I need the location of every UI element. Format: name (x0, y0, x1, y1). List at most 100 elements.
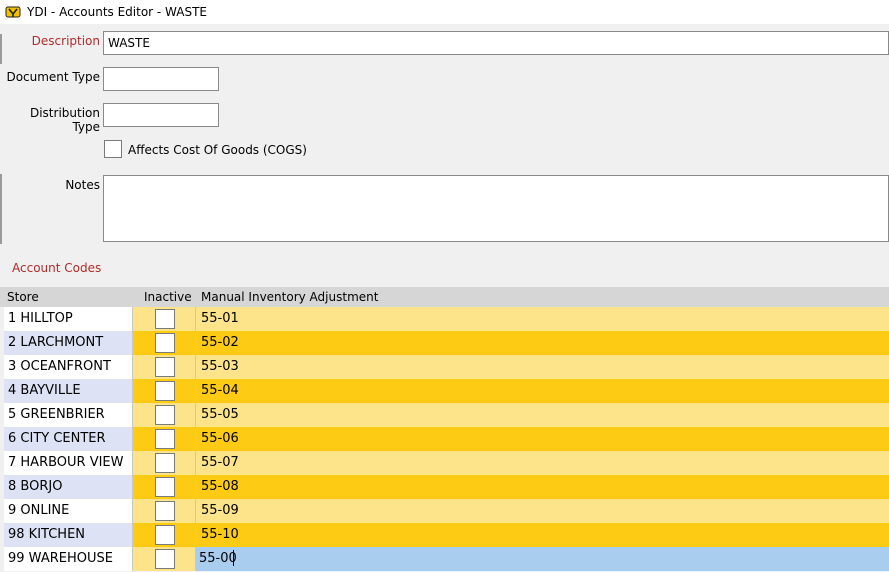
code-cell[interactable]: 55-02 (196, 331, 889, 355)
table-row[interactable]: 4 BAYVILLE 55-04 (0, 379, 889, 403)
inactive-cell (133, 379, 196, 403)
column-header-store[interactable]: Store (7, 290, 39, 304)
code-cell[interactable]: 55-09 (196, 499, 889, 523)
account-code: 55-09 (201, 503, 239, 518)
column-header-inactive[interactable]: Inactive (144, 290, 192, 304)
store-name: 5 GREENBRIER (8, 407, 105, 422)
inactive-cell (133, 331, 196, 355)
inactive-checkbox[interactable] (155, 477, 175, 497)
inactive-checkbox[interactable] (155, 357, 175, 377)
document-type-label: Document Type (6, 70, 100, 84)
inactive-cell (133, 403, 196, 427)
store-cell[interactable]: 98 KITCHEN (4, 523, 133, 547)
window-title: YDI - Accounts Editor - WASTE (27, 5, 208, 19)
account-code: 55-07 (201, 455, 239, 470)
inactive-cell (133, 499, 196, 523)
account-codes-grid: Store Inactive Manual Inventory Adjustme… (0, 287, 889, 571)
store-name: 1 HILLTOP (8, 311, 73, 326)
inactive-cell (133, 475, 196, 499)
inactive-checkbox[interactable] (155, 549, 175, 569)
account-code: 55-06 (201, 431, 239, 446)
table-row[interactable]: 1 HILLTOP 55-01 (0, 307, 889, 331)
store-name: 7 HARBOUR VIEW (8, 455, 124, 470)
table-row-selected[interactable]: 99 WAREHOUSE 55-00 (0, 547, 889, 571)
store-name: 8 BORJO (8, 479, 63, 494)
account-code: 55-08 (201, 479, 239, 494)
account-codes-title: Account Codes (12, 261, 102, 275)
document-type-input[interactable] (103, 67, 219, 91)
account-code: 55-01 (201, 311, 239, 326)
store-cell[interactable]: 3 OCEANFRONT (4, 355, 133, 379)
description-label: Description (31, 34, 100, 48)
distribution-type-label: Distribution Type (29, 106, 100, 134)
code-cell[interactable]: 55-10 (196, 523, 889, 547)
column-header-manual-adjustment[interactable]: Manual Inventory Adjustment (201, 290, 378, 304)
inactive-cell (133, 307, 196, 331)
store-cell[interactable]: 1 HILLTOP (4, 307, 133, 331)
inactive-cell (133, 523, 196, 547)
store-name: 3 OCEANFRONT (8, 359, 111, 374)
code-cell[interactable]: 55-03 (196, 355, 889, 379)
code-cell[interactable]: 55-01 (196, 307, 889, 331)
left-edge-marker (0, 174, 2, 244)
account-code: 55-04 (201, 383, 239, 398)
table-row[interactable]: 98 KITCHEN 55-10 (0, 523, 889, 547)
account-code: 55-02 (201, 335, 239, 350)
store-cell[interactable]: 2 LARCHMONT (4, 331, 133, 355)
code-cell[interactable]: 55-05 (196, 403, 889, 427)
inactive-cell (133, 427, 196, 451)
store-cell[interactable]: 99 WAREHOUSE (4, 547, 133, 571)
store-cell[interactable]: 6 CITY CENTER (4, 427, 133, 451)
table-row[interactable]: 5 GREENBRIER 55-05 (0, 403, 889, 427)
table-row[interactable]: 8 BORJO 55-08 (0, 475, 889, 499)
table-row[interactable]: 2 LARCHMONT 55-02 (0, 331, 889, 355)
notes-textarea[interactable] (103, 175, 889, 242)
title-bar: YDI - Accounts Editor - WASTE (0, 0, 889, 24)
store-name: 6 CITY CENTER (8, 431, 106, 446)
store-name: 98 KITCHEN (8, 527, 86, 542)
account-code: 55-10 (201, 527, 239, 542)
code-cell[interactable]: 55-04 (196, 379, 889, 403)
code-cell[interactable]: 55-08 (196, 475, 889, 499)
inactive-checkbox[interactable] (155, 333, 175, 353)
account-form: Description WASTE Document Type Distribu… (0, 24, 889, 286)
inactive-checkbox[interactable] (155, 453, 175, 473)
code-cell[interactable]: 55-07 (196, 451, 889, 475)
table-row[interactable]: 7 HARBOUR VIEW 55-07 (0, 451, 889, 475)
grid-header: Store Inactive Manual Inventory Adjustme… (0, 287, 889, 307)
inactive-checkbox[interactable] (155, 405, 175, 425)
inactive-cell (133, 451, 196, 475)
inactive-cell (133, 355, 196, 379)
store-cell[interactable]: 9 ONLINE (4, 499, 133, 523)
cogs-label: Affects Cost Of Goods (COGS) (128, 143, 307, 157)
store-cell[interactable]: 4 BAYVILLE (4, 379, 133, 403)
inactive-checkbox[interactable] (155, 381, 175, 401)
ydi-app-icon (5, 6, 21, 18)
store-cell[interactable]: 7 HARBOUR VIEW (4, 451, 133, 475)
store-cell[interactable]: 5 GREENBRIER (4, 403, 133, 427)
text-caret (233, 550, 234, 566)
table-row[interactable]: 6 CITY CENTER 55-06 (0, 427, 889, 451)
account-code: 55-05 (201, 407, 239, 422)
account-code: 55-03 (201, 359, 239, 374)
store-cell[interactable]: 8 BORJO (4, 475, 133, 499)
notes-label: Notes (65, 178, 100, 192)
table-row[interactable]: 9 ONLINE 55-09 (0, 499, 889, 523)
cogs-checkbox[interactable] (104, 140, 122, 158)
store-name: 2 LARCHMONT (8, 335, 104, 350)
store-name: 99 WAREHOUSE (8, 551, 113, 566)
inactive-checkbox[interactable] (155, 525, 175, 545)
table-row[interactable]: 3 OCEANFRONT 55-03 (0, 355, 889, 379)
inactive-checkbox[interactable] (155, 501, 175, 521)
inactive-checkbox[interactable] (155, 309, 175, 329)
left-edge-marker (0, 34, 2, 64)
store-name: 9 ONLINE (8, 503, 70, 518)
code-cell-editing[interactable]: 55-00 (196, 547, 889, 571)
store-name: 4 BAYVILLE (8, 383, 81, 398)
inactive-cell (133, 547, 196, 571)
distribution-type-input[interactable] (103, 103, 219, 127)
inactive-checkbox[interactable] (155, 429, 175, 449)
code-cell[interactable]: 55-06 (196, 427, 889, 451)
account-code: 55-00 (199, 551, 237, 566)
description-input[interactable]: WASTE (103, 31, 889, 55)
